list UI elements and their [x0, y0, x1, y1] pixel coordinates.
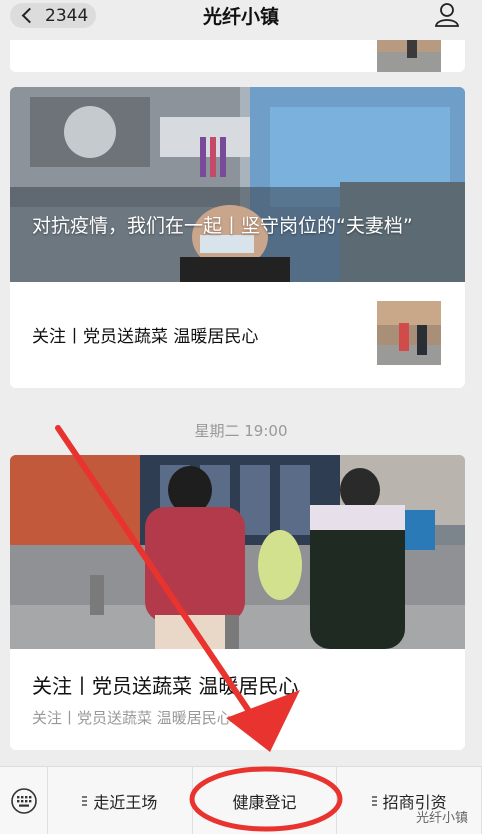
account-title: 光纤小镇	[202, 6, 279, 28]
article-cover-image	[10, 455, 465, 649]
menu-item-zoujin-wangchang[interactable]: 走近王场	[48, 767, 193, 834]
previous-article-card[interactable]	[10, 40, 465, 72]
article-digest: 关注丨党员送蔬菜 温暖居民心	[32, 709, 232, 727]
article-title: 对抗疫情，我们在一起丨坚守岗位的“夫妻档”	[32, 215, 413, 237]
menu-item-health-registration[interactable]: 健康登记	[193, 767, 338, 834]
menu-item-label: 健康登记	[232, 793, 297, 812]
article-card-vegetables[interactable]: 关注丨党员送蔬菜 温暖居民心	[10, 455, 465, 750]
menu-icon	[371, 794, 377, 808]
custom-menu-bar: 走近王场 健康登记 招商引资 光纤小镇	[0, 766, 482, 834]
message-timestamp: 星期二 19:00	[194, 422, 288, 440]
keyboard-toggle-button[interactable]	[0, 767, 48, 834]
top-navigation-bar: 2344 光纤小镇	[0, 0, 482, 40]
sub-article-item[interactable]: 关注丨党员送蔬菜 温暖居民心	[10, 282, 465, 388]
article-card-fighting-epidemic[interactable]: 对抗疫情，我们在一起丨坚守岗位的“夫妻档” 关注丨党员送蔬菜 温暖居民心	[10, 87, 465, 388]
sub-article-title: 关注丨党员送蔬菜 温暖居民心	[32, 327, 259, 347]
sub-article-thumbnail	[377, 301, 441, 365]
watermark: 光纤小镇	[415, 811, 468, 826]
menu-item-label: 走近王场	[93, 793, 158, 812]
menu-icon	[82, 794, 88, 808]
article-thumbnail	[377, 40, 441, 72]
keyboard-icon	[10, 788, 37, 814]
article-cover-image: 对抗疫情，我们在一起丨坚守岗位的“夫妻档”	[10, 87, 465, 282]
profile-icon[interactable]	[434, 2, 460, 28]
article-title: 关注丨党员送蔬菜 温暖居民心	[32, 674, 299, 698]
